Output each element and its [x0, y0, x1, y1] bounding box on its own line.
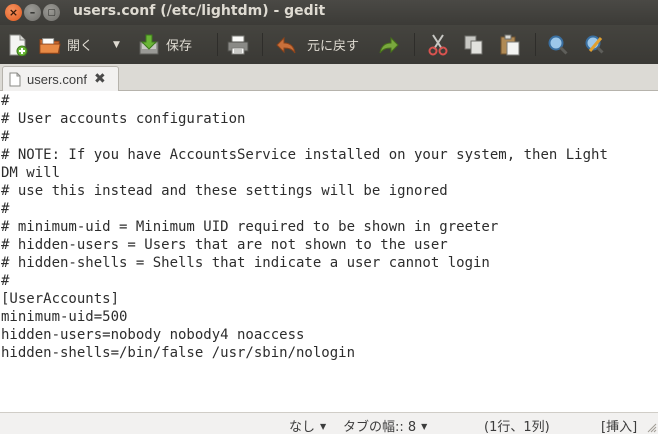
- editor-line: #: [1, 93, 10, 109]
- print-button[interactable]: [227, 30, 249, 59]
- title-bar: × – ▢ users.conf (/etc/lightdm) - gedit: [0, 0, 658, 25]
- undo-button[interactable]: 元に戻す: [275, 30, 359, 59]
- toolbar-separator: [414, 33, 415, 56]
- dropdown-arrow-icon: ▼: [421, 422, 428, 431]
- maximize-window-button[interactable]: ▢: [43, 4, 60, 21]
- paste-clipboard-icon: [499, 34, 521, 56]
- insert-mode-indicator: [挿入]: [601, 420, 638, 434]
- open-button[interactable]: 開く: [39, 30, 93, 59]
- dropdown-arrow-icon: ▼: [320, 422, 327, 431]
- toolbar: 開く ▼ 保存 元に戻す: [0, 25, 658, 64]
- editor-line: DM will: [1, 165, 61, 181]
- editor-line: # User accounts configuration: [1, 111, 246, 127]
- status-bar: なし ▼ タブの幅:: 8 ▼ (1行、1列) [挿入]: [0, 412, 658, 434]
- save-icon: [138, 34, 160, 56]
- document-tab-bar: users.conf ✖: [0, 64, 658, 91]
- scissors-icon: [427, 33, 449, 56]
- open-label: 開く: [67, 39, 94, 54]
- redo-arrow-icon: [378, 34, 400, 56]
- editor-line: minimum-uid=500: [1, 309, 128, 325]
- copy-button[interactable]: [463, 30, 485, 59]
- editor-line: [UserAccounts]: [1, 291, 120, 307]
- undo-label: 元に戻す: [307, 39, 360, 54]
- editor-line: hidden-users=nobody nobody4 noaccess: [1, 327, 305, 343]
- find-button[interactable]: [547, 30, 569, 59]
- cut-button[interactable]: [427, 30, 449, 59]
- highlight-mode-label: なし: [289, 420, 316, 434]
- editor-line: # hidden-shells = Shells that indicate a…: [1, 255, 490, 271]
- editor-line: # use this instead and these settings wi…: [1, 183, 448, 199]
- dropdown-arrow-icon: ▼: [113, 39, 120, 50]
- save-label: 保存: [166, 39, 193, 54]
- window-title: users.conf (/etc/lightdm) - gedit: [73, 3, 326, 19]
- editor-line: #: [1, 201, 10, 217]
- tab-width-label: タブの幅:: 8: [343, 420, 417, 434]
- new-document-icon: [7, 34, 29, 56]
- open-folder-icon: [39, 34, 61, 56]
- copy-icon: [463, 34, 485, 56]
- minimize-icon: –: [29, 6, 36, 19]
- toolbar-separator: [535, 33, 536, 56]
- tab-label: users.conf: [27, 71, 87, 87]
- find-replace-icon: [584, 34, 606, 56]
- maximize-icon: ▢: [47, 7, 56, 18]
- toolbar-separator: [262, 33, 263, 56]
- redo-button[interactable]: [378, 30, 400, 59]
- new-document-button[interactable]: [7, 30, 29, 59]
- save-button[interactable]: 保存: [138, 30, 192, 59]
- highlight-mode-selector[interactable]: なし ▼: [289, 416, 326, 434]
- editor-line: # NOTE: If you have AccountsService inst…: [1, 147, 608, 163]
- cursor-position: (1行、1列): [484, 420, 550, 434]
- editor-line: #: [1, 129, 10, 145]
- find-replace-button[interactable]: [584, 30, 606, 59]
- paste-button[interactable]: [499, 30, 521, 59]
- editor-line: hidden-shells=/bin/false /usr/sbin/nolog…: [1, 345, 356, 361]
- editor-line: #: [1, 273, 10, 289]
- open-recent-dropdown[interactable]: ▼: [113, 30, 120, 59]
- document-tab[interactable]: users.conf ✖: [2, 66, 119, 91]
- undo-arrow-icon: [275, 34, 297, 56]
- tab-width-selector[interactable]: タブの幅:: 8 ▼: [343, 416, 427, 434]
- editor-line: # hidden-users = Users that are not show…: [1, 237, 448, 253]
- printer-icon: [227, 34, 249, 56]
- text-file-icon: [9, 72, 21, 87]
- editor-line: # minimum-uid = Minimum UID required to …: [1, 219, 499, 235]
- minimize-window-button[interactable]: –: [24, 4, 41, 21]
- close-window-button[interactable]: ×: [5, 4, 22, 21]
- close-icon: ×: [8, 6, 19, 19]
- search-icon: [547, 34, 569, 56]
- text-editor[interactable]: # # User accounts configuration # # NOTE…: [0, 91, 658, 412]
- tab-close-icon[interactable]: ✖: [94, 71, 106, 87]
- toolbar-separator: [217, 33, 218, 56]
- resize-grip-icon[interactable]: [647, 423, 657, 433]
